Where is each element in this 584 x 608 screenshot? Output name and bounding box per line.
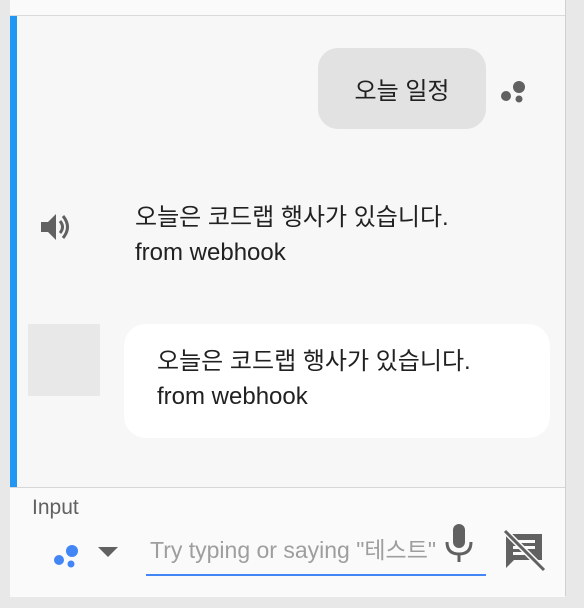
input-area: Input: [10, 487, 565, 597]
speech-line-2: from webhook: [135, 239, 286, 266]
simulator-panel: 오늘 일정 오늘은 코드랩 행사가 있습니다. from webhook 오늘은…: [10, 0, 566, 597]
speech-response: 오늘은 코드랩 행사가 있습니다. from webhook: [135, 200, 535, 270]
speaker-icon[interactable]: [38, 208, 76, 246]
input-label: Input: [32, 496, 79, 519]
card-line-1: 오늘은 코드랩 행사가 있습니다.: [157, 348, 471, 375]
card-line-2: from webhook: [157, 383, 308, 410]
user-query-text: 오늘 일정: [354, 78, 450, 105]
assistant-dots-icon[interactable]: [52, 540, 82, 570]
response-card: 오늘은 코드랩 행사가 있습니다. from webhook: [124, 324, 550, 438]
caret-down-icon[interactable]: [98, 547, 118, 559]
card-thumbnail: [28, 324, 100, 396]
speech-line-1: 오늘은 코드랩 행사가 있습니다.: [135, 204, 449, 231]
assistant-dots-icon: [501, 81, 525, 103]
accent-bar: [10, 16, 17, 487]
query-input[interactable]: [146, 526, 486, 576]
user-query-bubble: 오늘 일정: [318, 48, 486, 129]
mic-icon[interactable]: [444, 524, 474, 562]
chat-off-icon[interactable]: [502, 528, 546, 572]
top-strip: [10, 0, 565, 16]
